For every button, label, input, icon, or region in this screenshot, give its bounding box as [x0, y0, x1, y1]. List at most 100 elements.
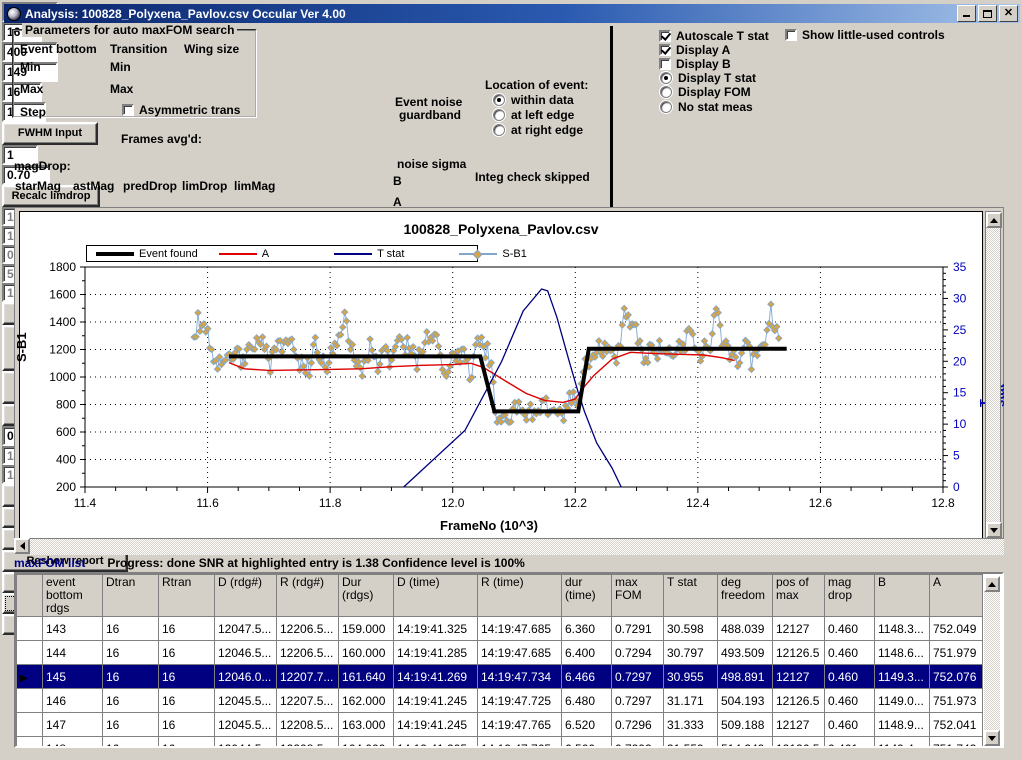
table-row[interactable]: ▶ 145 16 16 12046.0... 12207.7... 161.640 14:19…: [16, 664, 983, 689]
column-header-0[interactable]: event bottom rdgs: [42, 574, 103, 617]
table-cell[interactable]: 1148.9...: [874, 712, 930, 737]
table-cell[interactable]: 12126.5: [772, 736, 825, 746]
table-cell[interactable]: 147: [42, 712, 103, 737]
table-cell[interactable]: 12046.0...: [214, 664, 277, 689]
radio-at-right-edge[interactable]: at right edge: [493, 123, 583, 137]
table-cell[interactable]: 0.460: [824, 640, 875, 665]
table-cell[interactable]: 1149.3...: [874, 664, 930, 689]
table-cell[interactable]: 16: [158, 688, 215, 713]
column-header-2[interactable]: Rtran: [158, 574, 215, 617]
radio-display-t-stat[interactable]: Display T stat: [660, 71, 756, 85]
table-cell[interactable]: 6.400: [561, 640, 612, 665]
table-row[interactable]: 147 16 16 12045.5... 12208.5... 163.000 14:19:…: [16, 712, 983, 737]
table-cell[interactable]: 514.249: [717, 736, 773, 746]
table-cell[interactable]: 493.509: [717, 640, 773, 665]
display-b-checkbox[interactable]: Display B: [659, 57, 731, 71]
column-header-6[interactable]: D (time): [393, 574, 478, 617]
table-cell[interactable]: 16: [158, 664, 215, 689]
table-cell[interactable]: 144: [42, 640, 103, 665]
table-cell[interactable]: 161.640: [338, 664, 394, 689]
table-cell[interactable]: 146: [42, 688, 103, 713]
column-header-15[interactable]: A: [929, 574, 983, 617]
table-cell[interactable]: 160.000: [338, 640, 394, 665]
table-cell[interactable]: 0.7291: [611, 616, 664, 641]
table-cell[interactable]: 164.000: [338, 736, 394, 746]
table-cell[interactable]: 6.360: [561, 616, 612, 641]
table-cell[interactable]: 0.7297: [611, 664, 664, 689]
table-cell[interactable]: 14:19:41.325: [393, 616, 478, 641]
table-cell[interactable]: 31.171: [663, 688, 718, 713]
table-cell[interactable]: 162.000: [338, 688, 394, 713]
close-button[interactable]: ✕: [999, 5, 1018, 22]
asymmetric-trans-checkbox[interactable]: Asymmetric trans: [122, 103, 240, 117]
table-cell[interactable]: 16: [158, 640, 215, 665]
column-header-12[interactable]: pos of max: [772, 574, 825, 617]
table-cell[interactable]: 1148.6...: [874, 640, 930, 665]
table-cell[interactable]: 14:19:47.734: [477, 664, 562, 689]
table-cell[interactable]: 159.000: [338, 616, 394, 641]
table-cell[interactable]: 12045.5...: [214, 712, 277, 737]
scroll-track-h[interactable]: [30, 538, 1004, 555]
display-a-checkbox[interactable]: Display A: [659, 43, 730, 57]
table-cell[interactable]: 0.461: [824, 736, 875, 746]
table-cell[interactable]: 751.979: [929, 640, 983, 665]
chart-horizontal-scrollbar[interactable]: [14, 538, 1004, 555]
column-header-1[interactable]: Dtran: [102, 574, 159, 617]
table-cell[interactable]: 0.460: [824, 712, 875, 737]
row-selector[interactable]: [16, 712, 43, 737]
scroll-down-arrow-icon[interactable]: [986, 522, 1002, 538]
column-header-3[interactable]: D (rdg#): [214, 574, 277, 617]
table-cell[interactable]: 16: [102, 712, 159, 737]
table-cell[interactable]: 1149.4...: [874, 736, 930, 746]
table-cell[interactable]: 0.7297: [611, 688, 664, 713]
table-cell[interactable]: 14:19:47.765: [477, 736, 562, 746]
column-header-8[interactable]: dur (time): [561, 574, 612, 617]
table-cell[interactable]: 16: [102, 736, 159, 746]
row-selector[interactable]: [16, 688, 43, 713]
table-cell[interactable]: 0.460: [824, 616, 875, 641]
table-cell[interactable]: 0.460: [824, 688, 875, 713]
table-cell[interactable]: 143: [42, 616, 103, 641]
radio-at-left-edge[interactable]: at left edge: [493, 108, 574, 122]
column-header-11[interactable]: deg freedom: [717, 574, 773, 617]
table-cell[interactable]: 16: [102, 616, 159, 641]
table-cell[interactable]: 16: [102, 688, 159, 713]
chart-vertical-scrollbar[interactable]: [985, 211, 1002, 541]
table-cell[interactable]: 12047.5...: [214, 616, 277, 641]
table-cell[interactable]: 12206.5...: [276, 640, 339, 665]
table-cell[interactable]: 163.000: [338, 712, 394, 737]
row-selector[interactable]: [16, 640, 43, 665]
table-cell[interactable]: 30.797: [663, 640, 718, 665]
table-cell[interactable]: 509.188: [717, 712, 773, 737]
autoscale-t-stat-checkbox[interactable]: Autoscale T stat: [659, 29, 769, 43]
radio-no-stat-meas[interactable]: No stat meas: [660, 100, 753, 114]
table-cell[interactable]: 14:19:41.245: [393, 712, 478, 737]
show-little-used-controls-checkbox[interactable]: Show little-used controls: [785, 28, 945, 42]
table-cell[interactable]: 0.460: [824, 664, 875, 689]
table-cell[interactable]: 12206.5...: [276, 616, 339, 641]
table-cell[interactable]: 0.7294: [611, 640, 664, 665]
maxfom-grid[interactable]: event bottom rdgs Dtran Rtran D (rdg#) R (rdg#…: [14, 572, 1004, 748]
row-selector[interactable]: ▶: [16, 664, 43, 689]
column-header-9[interactable]: max FOM: [611, 574, 664, 617]
table-cell[interactable]: 16: [158, 736, 215, 746]
table-cell[interactable]: 14:19:47.685: [477, 640, 562, 665]
column-header-7[interactable]: R (time): [477, 574, 562, 617]
table-row[interactable]: 143 16 16 12047.5... 12206.5... 159.000 14:19:…: [16, 616, 983, 641]
fwhm-input-button[interactable]: FWHM Input: [2, 122, 98, 145]
table-cell[interactable]: 148: [42, 736, 103, 746]
table-row[interactable]: 144 16 16 12046.5... 12206.5... 160.000 14:19:…: [16, 640, 983, 665]
scroll-up-arrow-icon[interactable]: [986, 212, 1002, 228]
table-cell[interactable]: 752.049: [929, 616, 983, 641]
table-cell[interactable]: 6.480: [561, 688, 612, 713]
table-cell[interactable]: 14:19:47.685: [477, 616, 562, 641]
table-cell[interactable]: 14:19:47.725: [477, 688, 562, 713]
table-cell[interactable]: 12127: [772, 664, 825, 689]
table-cell[interactable]: 12207.5...: [276, 688, 339, 713]
grid-scroll-track[interactable]: [984, 592, 1000, 730]
table-cell[interactable]: 12126.5: [772, 688, 825, 713]
row-selector[interactable]: [16, 736, 43, 746]
table-cell[interactable]: 488.039: [717, 616, 773, 641]
table-cell[interactable]: 16: [158, 712, 215, 737]
table-cell[interactable]: 751.973: [929, 688, 983, 713]
